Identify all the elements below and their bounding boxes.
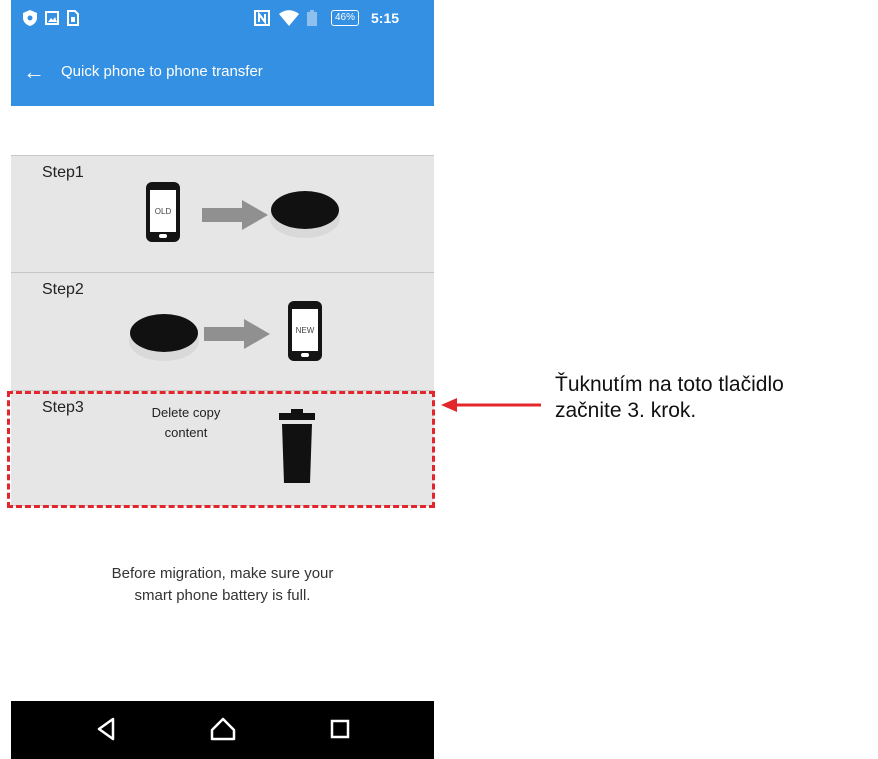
step-label: Step2 bbox=[42, 281, 84, 298]
recents-icon[interactable] bbox=[330, 719, 350, 739]
notice-line-1: Before migration, make sure your bbox=[111, 565, 334, 582]
step-1-row[interactable]: Step1 OLD bbox=[11, 156, 434, 273]
navigation-bar bbox=[11, 701, 434, 759]
arrow-right-icon bbox=[202, 200, 268, 230]
arrow-right-icon bbox=[204, 319, 270, 349]
nfc-icon bbox=[254, 10, 270, 26]
phone-label: OLD bbox=[150, 190, 176, 232]
step-label: Step3 bbox=[42, 399, 84, 416]
back-arrow-icon[interactable]: ← bbox=[23, 60, 45, 84]
delete-copy-content-label: Delete copy content bbox=[151, 405, 221, 440]
callout-line-2: začnite 3. krok. bbox=[555, 399, 697, 422]
back-triangle-icon[interactable] bbox=[96, 717, 116, 741]
shield-icon bbox=[23, 10, 37, 26]
app-bar: ← Quick phone to phone transfer bbox=[11, 38, 434, 106]
step-2-row[interactable]: Step2 NEW bbox=[11, 273, 434, 391]
transfer-device-icon bbox=[270, 191, 340, 238]
new-phone-icon: NEW bbox=[288, 301, 322, 361]
callout-line-1: Ťuknutím na toto tlačidlo bbox=[555, 373, 784, 396]
transfer-device-icon bbox=[129, 314, 199, 361]
status-bar: 46% 5:15 bbox=[11, 0, 434, 38]
step-3-row[interactable]: Step3 Delete copy content bbox=[11, 391, 434, 506]
notice-line-2: smart phone battery is full. bbox=[134, 587, 311, 604]
step-label: Step1 bbox=[42, 164, 84, 181]
callout-arrow-icon bbox=[441, 398, 541, 412]
phone-label: NEW bbox=[292, 309, 318, 351]
trash-icon[interactable] bbox=[279, 409, 315, 483]
home-icon[interactable] bbox=[210, 717, 236, 741]
status-time: 5:15 bbox=[371, 10, 400, 26]
battery-icon bbox=[307, 10, 317, 26]
phone-screen: 46% 5:15 ← Quick phone to phone transfer… bbox=[11, 0, 434, 759]
page-title: Quick phone to phone transfer bbox=[61, 63, 263, 80]
sim-icon bbox=[67, 10, 79, 26]
callout-text: Ťuknutím na toto tlačidlo začnite 3. kro… bbox=[555, 372, 875, 424]
battery-notice: Before migration, make sure your smart p… bbox=[11, 563, 434, 607]
old-phone-icon: OLD bbox=[146, 182, 180, 242]
image-icon bbox=[45, 11, 59, 25]
wifi-icon bbox=[279, 10, 299, 26]
battery-percent: 46% bbox=[331, 10, 360, 26]
